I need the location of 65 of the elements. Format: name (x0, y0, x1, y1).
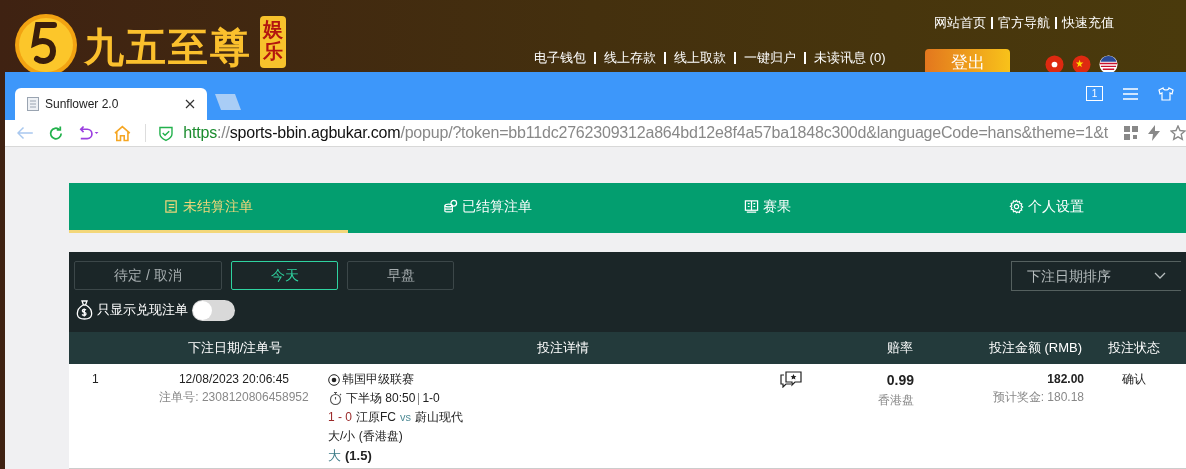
stopwatch-icon (328, 391, 343, 406)
filter-button[interactable]: 待定 / 取消 (74, 261, 222, 290)
column-header: 投注金额 (RMB) (987, 339, 1083, 358)
coins-icon (443, 199, 459, 214)
market-name: 大/小 (香港盘) (328, 428, 403, 445)
league-name: 韩国甲级联赛 (342, 371, 414, 388)
qr-code-icon[interactable] (1124, 126, 1138, 140)
table-cell-text: 1 (91, 371, 100, 388)
live-score: 1-0 (422, 390, 440, 407)
reload-icon[interactable] (47, 124, 64, 142)
settings-icon (1008, 199, 1024, 214)
menu-icon[interactable] (1123, 87, 1138, 100)
sort-dropdown[interactable]: 下注日期排序 (1011, 261, 1181, 291)
undo-icon[interactable] (77, 125, 100, 141)
away-team: 蔚山现代 (415, 409, 463, 426)
filter-button[interactable]: 早盘 (347, 261, 454, 290)
filter-button[interactable]: 今天 (231, 261, 338, 290)
chevron-down-icon (1154, 272, 1166, 280)
flag-icon[interactable] (1045, 55, 1064, 74)
soccer-ball-icon (328, 373, 340, 386)
bet-status: 确认 (1121, 371, 1147, 388)
versus-label: vs (400, 410, 411, 425)
nav-link[interactable]: 未读讯息 (0) (814, 48, 886, 68)
home-icon[interactable] (113, 124, 131, 142)
column-header: 赔率 (886, 339, 914, 358)
nav-link[interactable]: 电子钱包 (534, 48, 586, 68)
flag-icon[interactable] (1072, 55, 1091, 74)
odds-value: 0.99 (886, 371, 914, 390)
page-icon (27, 97, 39, 111)
match-score: 1 - 0 (328, 409, 352, 426)
logo-badge: 娱乐 (260, 16, 286, 68)
nav-link[interactable]: 一键归户 (744, 48, 796, 68)
toggle-label: 只显示兑现注单 (97, 301, 188, 320)
bet-date: 12/08/2023 20:06:45 (178, 371, 290, 388)
header-link[interactable]: 官方导航 (998, 13, 1050, 33)
column-header: 下注日期/注单号 (186, 339, 284, 358)
bet-selection: 大 (328, 447, 341, 465)
lightning-icon[interactable] (1148, 125, 1160, 141)
bet-line: (1.5) (345, 447, 372, 465)
odds-type: 香港盘 (878, 392, 914, 409)
star-icon[interactable] (1170, 125, 1186, 141)
nav-link[interactable]: 线上取款 (674, 48, 726, 68)
logo-text: 九五至尊 (84, 24, 252, 71)
match-time: 下半场 80:50 (346, 390, 416, 407)
browser-tab[interactable]: Sunflower 2.0 (15, 88, 207, 120)
shield-icon (159, 124, 174, 142)
close-icon[interactable] (185, 99, 195, 109)
shirt-icon[interactable] (1158, 86, 1174, 101)
header-link[interactable]: 网站首页 (934, 13, 986, 33)
estimated-payout: 预计奖金: 180.18 (992, 389, 1084, 406)
chat-star-icon[interactable] (780, 370, 802, 388)
header-link[interactable]: 快速充值 (1062, 13, 1114, 33)
stake-amount: 182.00 (1047, 371, 1084, 388)
scoreboard-icon (743, 199, 759, 214)
document-icon (164, 199, 180, 214)
column-header: 投注详情 (536, 339, 590, 358)
flag-icon[interactable] (1099, 55, 1118, 74)
money-bag-icon (76, 300, 93, 320)
tab-title: Sunflower 2.0 (45, 96, 119, 113)
nav-link[interactable]: 线上存款 (604, 48, 656, 68)
home-team: 江原FC (356, 409, 396, 426)
new-tab-icon[interactable] (215, 94, 241, 110)
column-header: 投注状态 (1107, 339, 1161, 358)
ticket-number: 注单号: 2308120806458952 (159, 389, 309, 406)
cashout-toggle[interactable] (192, 299, 235, 321)
